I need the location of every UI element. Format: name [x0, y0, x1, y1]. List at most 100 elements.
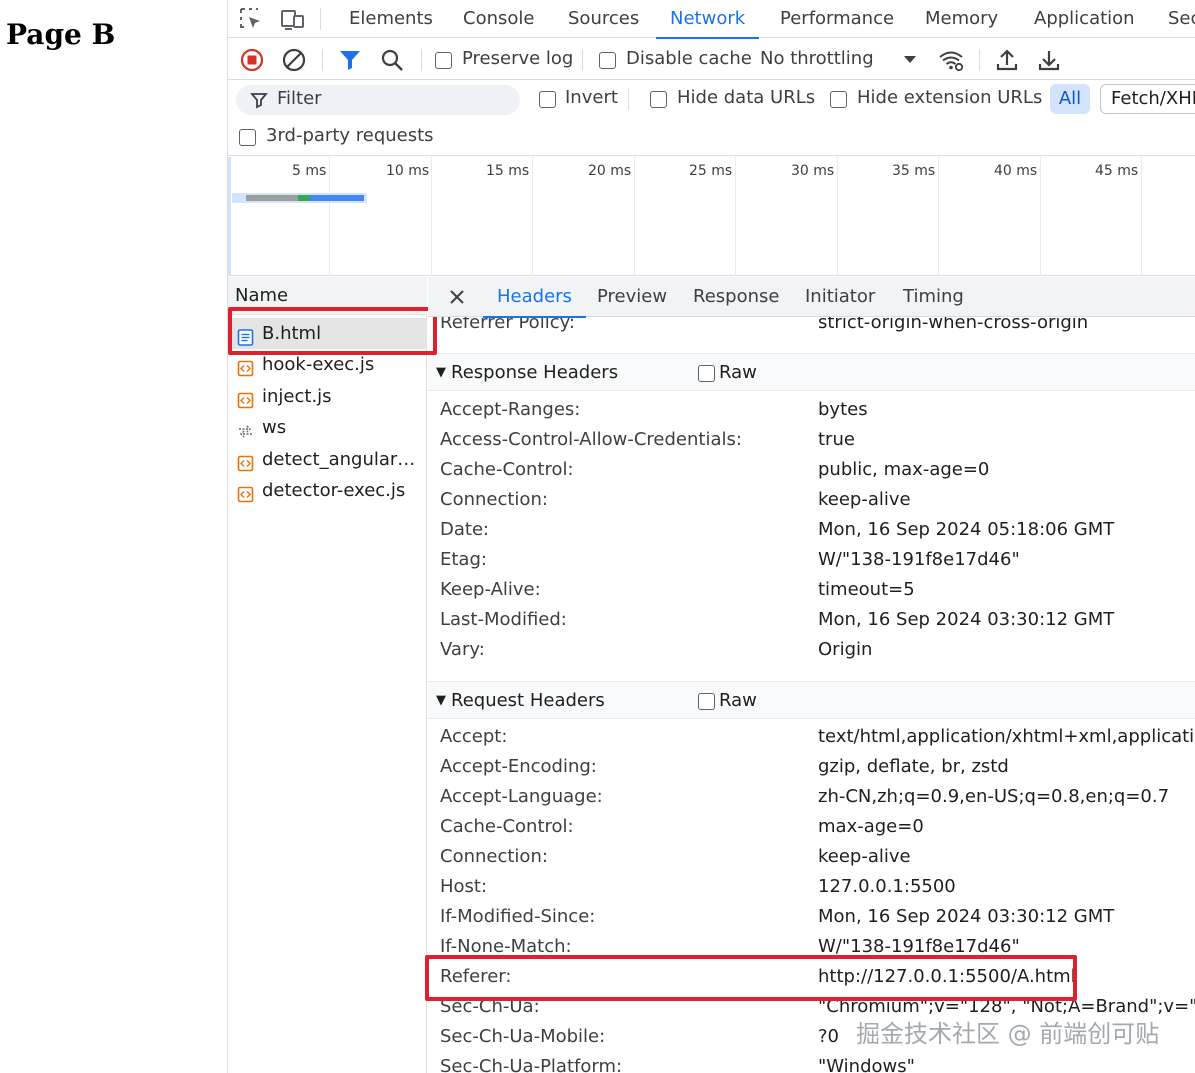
- header-key: Sec-Ch-Ua-Mobile:: [440, 1026, 606, 1047]
- search-icon[interactable]: [379, 47, 405, 73]
- request-headers-section[interactable]: ▼ Request Headers Raw: [428, 681, 1195, 719]
- filter-divider: [628, 88, 629, 110]
- header-value: Mon, 16 Sep 2024 03:30:12 GMT: [818, 906, 1115, 927]
- header-key: Last-Modified:: [440, 609, 567, 630]
- page-content: Page B: [0, 0, 227, 1073]
- tab-performance[interactable]: Performance: [780, 0, 894, 38]
- filter-input[interactable]: Filter: [236, 85, 520, 115]
- disable-cache-checkbox[interactable]: [599, 52, 616, 69]
- header-value: "Windows": [818, 1056, 915, 1073]
- header-key: Host:: [440, 876, 488, 897]
- tab-headers[interactable]: Headers: [483, 277, 586, 318]
- section-title: Response Headers: [451, 362, 619, 383]
- raw-checkbox[interactable]: [698, 365, 715, 382]
- device-toolbar-icon[interactable]: [280, 6, 306, 32]
- header-key: Connection:: [440, 489, 548, 510]
- header-value: gzip, deflate, br, zstd: [818, 756, 1009, 777]
- tab-elements[interactable]: Elements: [349, 0, 433, 38]
- hide-data-urls-label: Hide data URLs: [677, 87, 816, 108]
- header-key: Connection:: [440, 846, 548, 867]
- request-row-b-html[interactable]: B.html: [228, 318, 427, 349]
- toolbar-divider: [421, 49, 422, 71]
- header-row: Cache-Control: public, max-age=0: [428, 455, 1195, 485]
- header-row: Etag: W/"138-191f8e17d46": [428, 545, 1195, 575]
- detail-tab-bar: Headers Preview Response Initiator Timin…: [428, 277, 1195, 318]
- hide-extension-urls-label: Hide extension URLs: [857, 87, 1043, 108]
- tab-initiator[interactable]: Initiator: [805, 277, 875, 317]
- header-key: Sec-Ch-Ua-Platform:: [440, 1056, 623, 1073]
- timeline-tick-label: 45 ms: [1095, 163, 1139, 179]
- header-value: http://127.0.0.1:5500/A.html: [818, 966, 1076, 987]
- header-row: Accept-Ranges: bytes: [428, 395, 1195, 425]
- timeline-gridline: [329, 157, 330, 276]
- request-row-detect-angular[interactable]: detect_angular_f...: [228, 444, 427, 475]
- record-stop-icon[interactable]: [239, 47, 265, 73]
- header-key: If-None-Match:: [440, 936, 572, 957]
- tab-preview[interactable]: Preview: [597, 277, 667, 317]
- tab-console[interactable]: Console: [463, 0, 534, 38]
- import-har-icon[interactable]: [994, 47, 1020, 73]
- clear-icon[interactable]: [281, 47, 307, 73]
- timeline-gridline: [938, 157, 939, 276]
- page-heading: Page B: [6, 18, 116, 51]
- hide-extension-urls-checkbox[interactable]: [830, 91, 847, 108]
- request-row-hook-exec[interactable]: hook-exec.js: [228, 349, 427, 380]
- raw-checkbox[interactable]: [698, 693, 715, 710]
- header-row: Accept-Language: zh-CN,zh;q=0.9,en-US;q=0…: [428, 782, 1195, 812]
- expand-triangle-icon[interactable]: ▼: [436, 682, 446, 720]
- throttling-select[interactable]: No throttling: [760, 48, 874, 69]
- close-icon[interactable]: [448, 288, 466, 306]
- response-headers-section[interactable]: ▼ Response Headers Raw: [428, 353, 1195, 391]
- header-value: text/html,application/xhtml+xml,applicat…: [818, 726, 1195, 747]
- tab-timing[interactable]: Timing: [903, 277, 964, 317]
- tab-application[interactable]: Application: [1034, 0, 1135, 38]
- timeline-bar-wait: [298, 195, 310, 201]
- timeline-tick-label: 5 ms: [292, 163, 327, 179]
- request-name: ws: [262, 417, 287, 438]
- invert-checkbox[interactable]: [539, 91, 556, 108]
- request-name: detect_angular_f...: [262, 449, 422, 470]
- export-har-icon[interactable]: [1036, 47, 1062, 73]
- timeline-gridline: [532, 157, 533, 276]
- dropdown-arrow-icon[interactable]: [901, 50, 919, 68]
- request-row-inject[interactable]: inject.js: [228, 381, 427, 412]
- request-row-detector-exec[interactable]: detector-exec.js: [228, 475, 427, 506]
- request-name: inject.js: [262, 386, 332, 407]
- filter-funnel-icon[interactable]: [337, 47, 363, 73]
- header-key: Date:: [440, 519, 490, 540]
- request-row-ws[interactable]: ws: [228, 412, 427, 443]
- type-filter-all[interactable]: All: [1050, 84, 1090, 114]
- header-value: Mon, 16 Sep 2024 03:30:12 GMT: [818, 609, 1115, 630]
- header-key: Accept-Encoding:: [440, 756, 597, 777]
- inspect-element-icon[interactable]: [238, 6, 264, 32]
- expand-triangle-icon[interactable]: ▼: [436, 354, 446, 392]
- tab-sources[interactable]: Sources: [568, 0, 639, 38]
- timeline-tick-label: 25 ms: [689, 163, 733, 179]
- devtools-panel: Elements Console Sources Network Perform…: [227, 0, 1195, 1073]
- script-icon: [237, 388, 254, 409]
- preserve-log-checkbox[interactable]: [435, 52, 452, 69]
- network-conditions-icon[interactable]: [938, 47, 964, 73]
- timeline-gridline: [634, 157, 635, 276]
- network-toolbar: Preserve log Disable cache No throttling: [228, 40, 1195, 80]
- header-key: Etag:: [440, 549, 487, 570]
- tab-security[interactable]: Sec: [1168, 0, 1195, 38]
- tab-memory[interactable]: Memory: [925, 0, 998, 38]
- timeline-tick-label: 30 ms: [791, 163, 835, 179]
- type-filter-fetch-xhr[interactable]: Fetch/XHR: [1100, 84, 1195, 114]
- header-key: Accept-Ranges:: [440, 399, 581, 420]
- header-key: Referer:: [440, 966, 512, 987]
- name-column-header[interactable]: Name: [228, 277, 427, 315]
- tab-response[interactable]: Response: [693, 277, 779, 317]
- script-icon: [237, 482, 254, 503]
- tab-network[interactable]: Network: [655, 0, 760, 39]
- preserve-log-label: Preserve log: [462, 48, 574, 69]
- third-party-checkbox[interactable]: [239, 129, 256, 146]
- timeline-gridline: [431, 157, 432, 276]
- filter-placeholder: Filter: [277, 88, 322, 109]
- devtools-tab-bar: Elements Console Sources Network Perform…: [228, 0, 1195, 39]
- script-icon: [237, 356, 254, 377]
- header-row: Cache-Control: max-age=0: [428, 812, 1195, 842]
- timeline-overview[interactable]: 5 ms 10 ms 15 ms 20 ms 25 ms 30 ms 35 ms…: [228, 157, 1195, 276]
- hide-data-urls-checkbox[interactable]: [650, 91, 667, 108]
